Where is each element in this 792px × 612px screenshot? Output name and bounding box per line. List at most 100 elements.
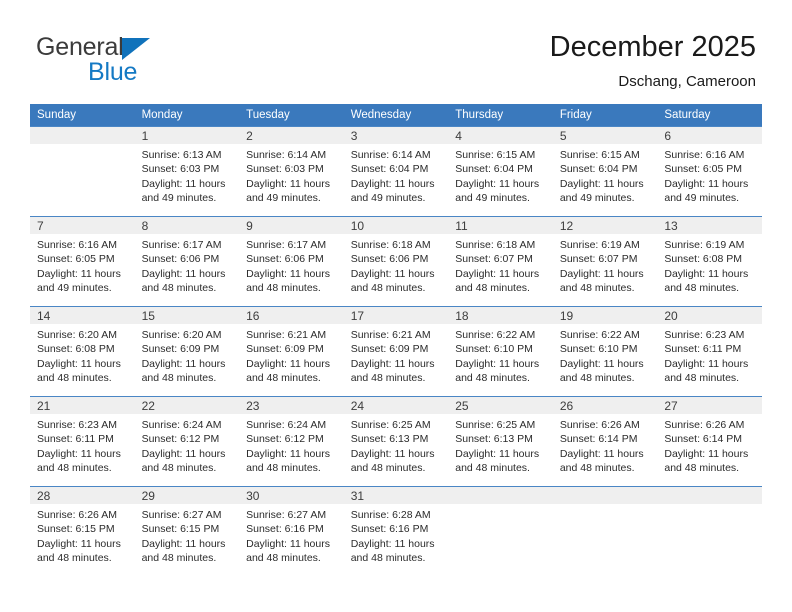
day-number: 28 (30, 487, 135, 504)
day-detail-line: Sunrise: 6:26 AM (664, 419, 745, 431)
day-details: Sunrise: 6:19 AM Sunset: 6:07 PM Daylight:… (553, 234, 658, 296)
day-number: 21 (30, 397, 135, 414)
day-number: 11 (448, 217, 553, 234)
day-detail-line: Sunrise: 6:24 AM (246, 419, 327, 431)
day-details: Sunrise: 6:16 AM Sunset: 6:05 PM Daylight:… (657, 144, 762, 206)
day-cell[interactable]: 10 Sunrise: 6:18 AM Sunset: 6:06 PM Dayligh… (343, 216, 449, 307)
day-cell[interactable]: 21 Sunrise: 6:23 AM Sunset: 6:11 PM Dayligh… (30, 396, 135, 487)
day-detail-line: Daylight: 11 hours (664, 447, 749, 460)
day-details: Sunrise: 6:24 AM Sunset: 6:12 PM Daylight:… (135, 414, 240, 476)
day-detail-line: Sunrise: 6:20 AM (141, 329, 222, 341)
day-detail-line: Sunset: 6:10 PM (455, 343, 533, 356)
day-cell[interactable]: 17 Sunrise: 6:21 AM Sunset: 6:09 PM Dayligh… (343, 306, 449, 397)
day-detail-line: Daylight: 11 hours (455, 177, 540, 190)
day-cell[interactable]: 4 Sunrise: 6:15 AM Sunset: 6:04 PM Daylight… (448, 126, 553, 217)
weekday-header-row: Sunday Monday Tuesday Wednesday Thursday Frid… (30, 104, 762, 127)
day-detail-line: Sunset: 6:16 PM (350, 523, 429, 536)
day-cell[interactable]: 12 Sunrise: 6:19 AM Sunset: 6:07 PM Dayligh… (552, 216, 658, 307)
day-cell-empty (552, 486, 658, 577)
day-cell[interactable]: 1 Sunrise: 6:13 AM Sunset: 6:03 PM Daylight… (134, 126, 240, 217)
day-detail-line: Sunset: 6:06 PM (246, 253, 324, 266)
day-cell[interactable]: 6 Sunrise: 6:16 AM Sunset: 6:05 PM Daylight… (657, 126, 762, 217)
day-cell[interactable]: 14 Sunrise: 6:20 AM Sunset: 6:08 PM Dayligh… (30, 306, 135, 397)
day-cell[interactable]: 7 Sunrise: 6:16 AM Sunset: 6:05 PM Daylight… (30, 216, 135, 307)
day-detail-line: Sunrise: 6:23 AM (664, 329, 745, 341)
day-detail-line: Sunset: 6:13 PM (350, 433, 429, 446)
day-number: 6 (657, 127, 762, 144)
day-cell[interactable]: 11 Sunrise: 6:18 AM Sunset: 6:07 PM Dayligh… (448, 216, 553, 307)
day-cell[interactable]: 18 Sunrise: 6:22 AM Sunset: 6:10 PM Dayligh… (448, 306, 553, 397)
day-cell[interactable]: 29 Sunrise: 6:27 AM Sunset: 6:15 PM Dayligh… (134, 486, 240, 577)
day-detail-line: and 48 minutes. (559, 462, 635, 475)
day-detail-line: and 48 minutes. (350, 462, 426, 475)
day-detail-line: Sunset: 6:07 PM (559, 253, 638, 266)
week-row: 14 Sunrise: 6:20 AM Sunset: 6:08 PM Dayligh… (30, 306, 762, 397)
day-detail-line: Sunset: 6:05 PM (37, 253, 115, 266)
day-details: Sunrise: 6:20 AM Sunset: 6:08 PM Daylight:… (30, 324, 135, 386)
day-cell[interactable]: 22 Sunrise: 6:24 AM Sunset: 6:12 PM Dayligh… (134, 396, 240, 487)
day-detail-line: Sunset: 6:11 PM (37, 433, 114, 446)
day-number (552, 487, 658, 504)
day-detail-line: Daylight: 11 hours (141, 537, 226, 550)
day-detail-line: Sunset: 6:09 PM (246, 343, 324, 356)
day-detail-line: Daylight: 11 hours (559, 177, 644, 190)
day-cell[interactable]: 28 Sunrise: 6:26 AM Sunset: 6:15 PM Dayligh… (30, 486, 135, 577)
day-details: Sunrise: 6:20 AM Sunset: 6:09 PM Daylight:… (135, 324, 240, 386)
day-detail-line: and 48 minutes. (350, 282, 426, 295)
day-detail-line: Sunset: 6:12 PM (141, 433, 220, 446)
day-details: Sunrise: 6:28 AM Sunset: 6:16 PM Daylight:… (344, 504, 449, 566)
day-detail-line: and 48 minutes. (141, 282, 217, 295)
day-details: Sunrise: 6:15 AM Sunset: 6:04 PM Daylight:… (448, 144, 553, 206)
day-detail-line: Sunset: 6:16 PM (246, 523, 324, 536)
day-cell[interactable]: 27 Sunrise: 6:26 AM Sunset: 6:14 PM Dayligh… (657, 396, 762, 487)
day-detail-line: Sunrise: 6:23 AM (37, 419, 117, 431)
day-cell[interactable]: 2 Sunrise: 6:14 AM Sunset: 6:03 PM Daylight… (239, 126, 344, 217)
day-detail-line: Sunrise: 6:13 AM (141, 149, 222, 161)
day-details: Sunrise: 6:21 AM Sunset: 6:09 PM Daylight:… (239, 324, 344, 386)
day-detail-line: Sunset: 6:12 PM (246, 433, 324, 446)
day-cell[interactable]: 20 Sunrise: 6:23 AM Sunset: 6:11 PM Dayligh… (657, 306, 762, 397)
day-detail-line: Sunset: 6:14 PM (664, 433, 743, 446)
day-details: Sunrise: 6:14 AM Sunset: 6:03 PM Daylight:… (239, 144, 344, 206)
day-cell[interactable]: 23 Sunrise: 6:24 AM Sunset: 6:12 PM Dayligh… (239, 396, 344, 487)
day-cell[interactable]: 30 Sunrise: 6:27 AM Sunset: 6:16 PM Dayligh… (239, 486, 344, 577)
day-cell[interactable]: 15 Sunrise: 6:20 AM Sunset: 6:09 PM Dayligh… (134, 306, 240, 397)
day-detail-line: and 48 minutes. (141, 552, 217, 565)
day-number (30, 127, 135, 144)
logo-text-blue: Blue (88, 58, 138, 86)
day-detail-line: and 48 minutes. (141, 372, 217, 385)
day-detail-line: Daylight: 11 hours (559, 267, 644, 280)
day-detail-line: Sunrise: 6:15 AM (559, 149, 640, 161)
day-cell[interactable]: 9 Sunrise: 6:17 AM Sunset: 6:06 PM Daylight… (239, 216, 344, 307)
day-detail-line: Daylight: 11 hours (455, 447, 540, 460)
day-cell[interactable]: 25 Sunrise: 6:25 AM Sunset: 6:13 PM Dayligh… (448, 396, 553, 487)
day-cell[interactable]: 24 Sunrise: 6:25 AM Sunset: 6:13 PM Dayligh… (343, 396, 449, 487)
day-detail-line: Sunset: 6:06 PM (350, 253, 429, 266)
day-cell[interactable]: 8 Sunrise: 6:17 AM Sunset: 6:06 PM Daylight… (134, 216, 240, 307)
day-detail-line: Sunset: 6:06 PM (141, 253, 220, 266)
day-number: 26 (552, 397, 658, 414)
day-cell[interactable]: 31 Sunrise: 6:28 AM Sunset: 6:16 PM Dayligh… (343, 486, 449, 577)
day-cell[interactable]: 5 Sunrise: 6:15 AM Sunset: 6:04 PM Daylight… (552, 126, 658, 217)
day-number: 27 (657, 397, 762, 414)
week-row: 21 Sunrise: 6:23 AM Sunset: 6:11 PM Dayligh… (30, 396, 762, 487)
day-number: 14 (30, 307, 135, 324)
day-cell[interactable]: 3 Sunrise: 6:14 AM Sunset: 6:04 PM Daylight… (343, 126, 449, 217)
day-details: Sunrise: 6:26 AM Sunset: 6:14 PM Daylight:… (657, 414, 762, 476)
day-detail-line: Sunset: 6:04 PM (455, 163, 533, 176)
day-cell[interactable]: 16 Sunrise: 6:21 AM Sunset: 6:09 PM Dayligh… (239, 306, 344, 397)
day-cell[interactable]: 26 Sunrise: 6:26 AM Sunset: 6:14 PM Dayligh… (552, 396, 658, 487)
day-detail-line: Daylight: 11 hours (350, 357, 435, 370)
day-detail-line: Sunrise: 6:25 AM (350, 419, 431, 431)
day-cell-empty (657, 486, 762, 577)
day-cell[interactable]: 19 Sunrise: 6:22 AM Sunset: 6:10 PM Dayligh… (552, 306, 658, 397)
day-detail-line: and 48 minutes. (141, 462, 217, 475)
day-detail-line: Sunrise: 6:21 AM (350, 329, 431, 341)
day-detail-line: and 48 minutes. (455, 462, 530, 475)
day-number: 29 (134, 487, 240, 504)
weekday-header-wednesday: Wednesday (343, 104, 449, 127)
day-detail-line: Daylight: 11 hours (37, 537, 121, 550)
day-cell[interactable]: 13 Sunrise: 6:19 AM Sunset: 6:08 PM Dayligh… (657, 216, 762, 307)
day-detail-line: Sunset: 6:03 PM (141, 163, 220, 176)
day-detail-line: Sunrise: 6:22 AM (455, 329, 536, 341)
